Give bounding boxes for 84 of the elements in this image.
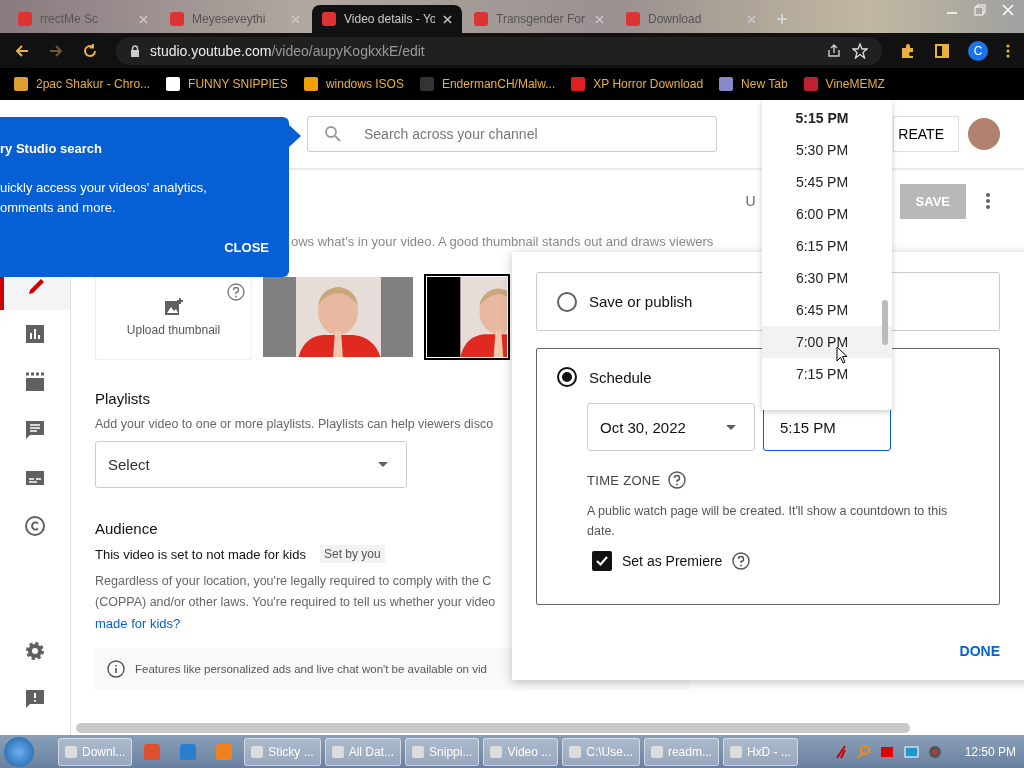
time-option[interactable]: 6:45 PM: [762, 294, 892, 326]
time-option[interactable]: 6:30 PM: [762, 262, 892, 294]
feedback-icon: [24, 688, 46, 710]
clock: 12:50 PM: [964, 744, 1016, 759]
radio-button[interactable]: [557, 367, 577, 387]
section-heading: Audience: [95, 520, 158, 537]
bookmark[interactable]: XP Horror Download: [571, 77, 704, 91]
avatar[interactable]: [968, 118, 1000, 150]
info-text: Features like personalized ads and live chat won't be available on vid: [135, 663, 487, 675]
time-option[interactable]: 5:15 PM: [762, 102, 892, 134]
option-label: Schedule: [589, 368, 652, 386]
caret-icon: [378, 462, 388, 467]
help-icon[interactable]: [227, 283, 245, 301]
time-option[interactable]: 7:00 PM: [762, 326, 892, 358]
help-icon[interactable]: [732, 552, 751, 570]
done-button[interactable]: DONE: [959, 643, 1008, 659]
favicon-icon: [170, 12, 184, 26]
forward-icon[interactable]: [48, 42, 64, 59]
audience-status: This video is set to not made for kids: [95, 546, 306, 562]
address-bar[interactable]: studio.youtube.com/video/aupyKogkxkE/edit: [116, 36, 882, 65]
bookmark[interactable]: VineMEMZ: [803, 77, 885, 91]
audience-text: Regardless of your location, you're legally required to comply with the C: [95, 573, 492, 590]
info-icon: [107, 660, 125, 678]
more-icon[interactable]: [986, 192, 990, 210]
popup-text: omments and more.: [0, 199, 117, 217]
popup-text: uickly access your videos' analytics,: [0, 179, 208, 197]
playlist-dropdown[interactable]: Select: [95, 441, 407, 488]
popup-title: ry Studio search: [0, 141, 103, 156]
bar-chart-icon: [24, 323, 46, 345]
clapperboard-icon: [24, 371, 46, 393]
puzzle-icon[interactable]: [900, 42, 916, 59]
set-by-you-chip: Set by you: [320, 545, 385, 563]
favicon-icon: [322, 12, 336, 26]
close-button[interactable]: CLOSE: [224, 240, 269, 255]
option-label: Save or publish: [589, 293, 693, 310]
time-option[interactable]: 6:00 PM: [762, 198, 892, 230]
share-icon[interactable]: [826, 42, 842, 59]
back-icon[interactable]: [14, 42, 30, 59]
close-icon[interactable]: [443, 14, 452, 24]
favicon-icon: [474, 12, 488, 26]
star-icon[interactable]: [852, 42, 868, 59]
bookmark[interactable]: FUNNY SNIPPIES: [166, 77, 288, 91]
start-button[interactable]: [4, 736, 34, 767]
add-image-icon: [163, 297, 184, 317]
audience-text: (COPPA) and/or other laws. You're required to tell us whether your video: [95, 594, 496, 611]
check-icon: [595, 554, 609, 568]
menu-icon[interactable]: [1006, 42, 1010, 59]
time-option[interactable]: 5:45 PM: [762, 166, 892, 198]
caret-icon: [726, 424, 736, 430]
settings-icon: [24, 640, 46, 662]
search-icon: [324, 125, 342, 143]
reload-icon[interactable]: [82, 42, 98, 59]
checkbox[interactable]: [592, 551, 612, 571]
favicon-icon: [626, 12, 640, 26]
playlists-description: Add your video to one or more playlists. Playlists can help viewers disco: [95, 417, 494, 431]
time-option[interactable]: 7:15 PM: [762, 358, 892, 390]
url-text: studio.youtube.com/video/aupyKogkxkE/edit: [150, 42, 425, 59]
search-field[interactable]: Search across your channel: [307, 116, 717, 152]
help-icon[interactable]: [668, 471, 687, 489]
time-zone-label: TIME ZONE: [587, 472, 661, 488]
bookmark[interactable]: windows ISOS: [303, 77, 404, 91]
cursor-icon: [836, 346, 848, 364]
favicon-icon: [18, 12, 32, 26]
profile-avatar[interactable]: C: [968, 40, 988, 61]
section-heading: Playlists: [95, 390, 150, 407]
made-for-kids-link[interactable]: made for kids?: [95, 613, 181, 634]
time-option[interactable]: 5:30 PM: [762, 134, 892, 166]
bookmark[interactable]: 2pac Shakur - Chro...: [14, 77, 151, 91]
radio-button[interactable]: [557, 291, 577, 312]
bookmark[interactable]: New Tab: [719, 77, 788, 91]
scrollbar[interactable]: [882, 300, 888, 345]
copyright-icon: [24, 515, 46, 537]
date-field[interactable]: Oct 30, 2022: [587, 403, 755, 451]
comment-icon: [24, 419, 46, 441]
thumbnail-description: ows what's in your video. A good thumbnail stands out and draws viewers: [291, 234, 714, 251]
bookmark[interactable]: EndermanCH/Malw...: [419, 77, 556, 91]
premiere-label: Set as Premiere: [622, 553, 723, 569]
time-option[interactable]: 6:15 PM: [762, 230, 892, 262]
sidebar-icon[interactable]: [934, 42, 950, 59]
scrollbar[interactable]: [76, 723, 910, 733]
create-button[interactable]: REATE: [893, 116, 959, 152]
lock-icon: [130, 44, 140, 57]
undo-button[interactable]: U: [745, 193, 756, 209]
schedule-description: A public watch page will be created. It'll show a countdown to this date.: [587, 503, 949, 540]
